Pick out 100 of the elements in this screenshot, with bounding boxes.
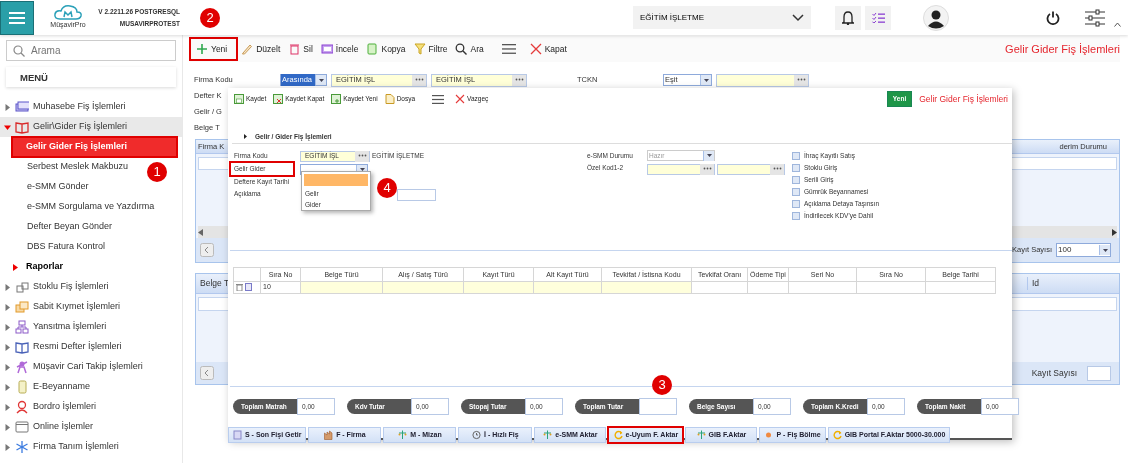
sidebar-item[interactable]: Firma Tanım İşlemleri [0, 437, 182, 457]
menu-heading: MENÜ [6, 67, 176, 87]
sidebar-subitem[interactable]: Serbest Meslek Makbuzu [0, 157, 129, 177]
page-size-select[interactable]: 100 [1056, 243, 1111, 257]
sidebar-subitem[interactable]: DBS Fatura Kontrol [0, 237, 106, 257]
caret-right-icon [4, 303, 11, 311]
notifications-button[interactable] [835, 5, 861, 30]
caret-right-icon[interactable] [244, 134, 247, 139]
search-icon [13, 44, 25, 57]
total-field[interactable] [639, 398, 677, 415]
documents-icon [15, 300, 29, 314]
caret-down-icon [4, 123, 11, 131]
sidebar-item[interactable]: Muhasebe Fiş İşlemleri [0, 97, 182, 117]
caret-up-icon[interactable] [1114, 22, 1121, 27]
toolbar-button[interactable]: Düzelt [237, 39, 285, 59]
caret-right-icon [4, 443, 11, 451]
toolbar-button[interactable]: Kopya [362, 39, 410, 59]
modal-title: Gelir Gider Fiş İşlemleri [919, 92, 1008, 106]
caret-right-icon [4, 323, 11, 331]
scroll-right-icon[interactable] [1112, 228, 1117, 236]
sidebar-item[interactable]: Yansıtma İşlemleri [0, 317, 182, 337]
factory-icon [324, 430, 334, 440]
settings-icon[interactable] [1084, 8, 1106, 27]
notes-icon [233, 430, 242, 440]
toolbar-button[interactable]: İncele [316, 39, 363, 59]
sidebar-subitem[interactable]: Defter Beyan Gönder [0, 217, 113, 237]
cloud-icon [53, 4, 83, 21]
alarm-clock-icon [472, 430, 482, 440]
input-field[interactable] [717, 163, 785, 175]
input-field[interactable] [716, 73, 809, 87]
sidebar-subitem[interactable]: e-SMM Gönder [0, 177, 89, 197]
document-icon[interactable] [245, 283, 252, 292]
sidebar-item[interactable]: Gelir\Gider Fiş İşlemleri [0, 117, 182, 137]
toolbar-button[interactable]: Filtre [409, 39, 452, 59]
save-icon [331, 94, 342, 104]
search-field[interactable]: Arama [6, 40, 176, 61]
window-icon [15, 420, 29, 434]
sidebar-subitem[interactable]: e-SMM Sorgulama ve Yazdırma [0, 197, 155, 217]
power-icon[interactable] [1046, 10, 1060, 25]
sidebar-item[interactable]: Bordro İşlemleri [0, 397, 182, 417]
ellipsis-icon [414, 78, 424, 82]
dropdown-arrow-icon [318, 78, 324, 82]
scroll-left-icon[interactable] [198, 228, 203, 236]
sidebar-item[interactable]: Sabit Kıymet İşlemleri [0, 297, 182, 317]
refresh-icon [613, 430, 623, 440]
trash-icon [288, 43, 301, 55]
ledger-icon [15, 100, 29, 114]
snowflake-icon [15, 440, 29, 454]
company-select[interactable]: EĞİTİM İŞLETME [633, 6, 811, 29]
close-icon [455, 94, 466, 104]
menu-button[interactable] [0, 0, 34, 35]
phone-icon [15, 380, 29, 394]
dropdown-arrow-icon [359, 168, 365, 171]
toolbar-button[interactable]: Sil [284, 39, 317, 59]
caret-right-icon [4, 363, 11, 371]
save-icon [273, 94, 284, 104]
previous-page-icon[interactable] [200, 243, 214, 257]
dropdown-arrow-icon [1102, 248, 1108, 252]
caret-right-icon [4, 403, 11, 411]
menu-icon [9, 11, 25, 24]
toolbar-button[interactable]: Kapat [525, 39, 571, 59]
count-label: Kayıt Sayısı [1031, 366, 1077, 380]
copy-icon [366, 43, 379, 55]
user-icon [15, 400, 29, 414]
caret-right-icon [4, 103, 11, 111]
input-field[interactable] [397, 189, 436, 201]
page-title: Gelir Gider Fiş İşlemleri [1005, 41, 1120, 57]
sidebar-item[interactable]: Online İşlemler [0, 417, 182, 437]
input-field[interactable] [647, 163, 715, 175]
caret-right-icon [4, 343, 11, 351]
scale-icon [398, 430, 408, 440]
refresh-icon [832, 430, 842, 440]
sidebar-item[interactable]: Resmi Defter İşlemleri [0, 337, 182, 357]
count-field[interactable] [1087, 365, 1111, 381]
previous-page-icon[interactable] [200, 366, 214, 380]
ellipsis-icon [514, 78, 524, 82]
ellipsis-icon [702, 167, 712, 171]
sidebar-subitem[interactable]: Gelir Gider Fiş İşlemleri [12, 137, 177, 157]
sidebar-item[interactable]: Stoklu Fiş İşlemleri [0, 277, 182, 297]
search-icon [455, 43, 468, 55]
plus-icon [196, 43, 208, 55]
funnel-icon [413, 43, 426, 55]
tasks-button[interactable] [865, 5, 891, 30]
caret-right-icon [4, 383, 11, 391]
sidebar-item[interactable]: E-Beyanname [0, 377, 182, 397]
toolbar-button[interactable]: Yeni [190, 37, 238, 61]
avatar-icon[interactable] [923, 4, 949, 31]
menu-icon[interactable] [432, 94, 445, 104]
scale-icon [543, 430, 553, 440]
toolbar-button[interactable]: Ara [451, 39, 488, 59]
book-icon [15, 120, 29, 134]
scale-icon [696, 430, 706, 440]
sidebar-item[interactable]: Müşavir Cari Takip İşlemleri [0, 357, 182, 377]
trash-icon[interactable] [236, 283, 243, 292]
caret-right-icon [4, 423, 11, 431]
chevron-down-icon [792, 13, 804, 22]
book-icon [15, 340, 29, 354]
menu-icon[interactable] [501, 44, 516, 54]
sidebar-folder[interactable]: Raporlar [0, 257, 63, 277]
checklist-icon [871, 12, 885, 23]
